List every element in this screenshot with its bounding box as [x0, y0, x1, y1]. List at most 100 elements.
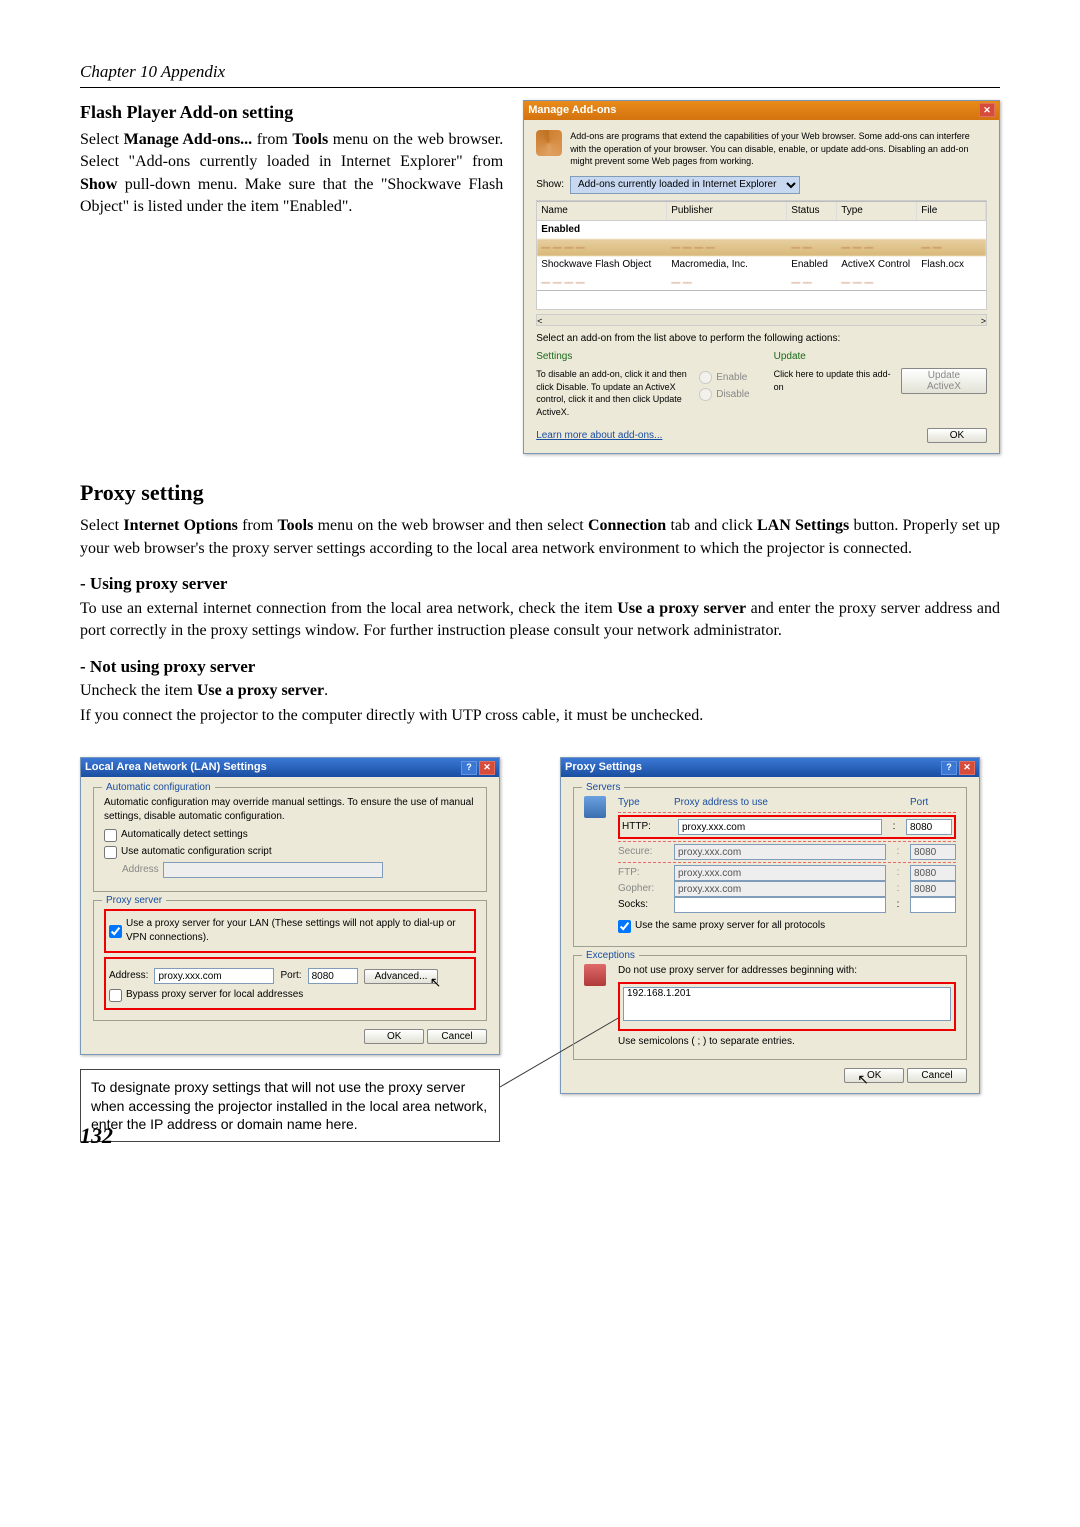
use-proxy-checkbox[interactable]	[109, 925, 122, 938]
auto-script-label: Use automatic configuration script	[121, 845, 272, 859]
close-icon[interactable]: ✕	[959, 761, 975, 775]
exceptions-text: Do not use proxy server for addresses be…	[618, 964, 956, 978]
manage-addons-dialog: Manage Add-ons ✕ Add-ons are programs th…	[523, 100, 1000, 455]
cell-name: Shockwave Flash Object	[537, 256, 667, 274]
txt: LAN Settings	[757, 517, 849, 534]
txt: tab and click	[666, 517, 757, 534]
txt: .	[324, 682, 328, 699]
col-port: Port	[910, 796, 956, 810]
txt: Use a proxy server	[617, 600, 746, 617]
flash-heading: Flash Player Add-on setting	[80, 100, 503, 125]
socks-port-input[interactable]	[910, 897, 956, 913]
use-proxy-label: Use a proxy server for your LAN (These s…	[126, 917, 471, 945]
not-using-proxy-p2: If you connect the projector to the comp…	[80, 705, 1000, 727]
exceptions-textarea[interactable]: 192.168.1.201	[623, 987, 951, 1021]
table-row[interactable]: Shockwave Flash Object Macromedia, Inc. …	[537, 256, 986, 274]
txt: Use a proxy server	[197, 682, 324, 699]
txt: Show	[80, 176, 117, 193]
help-icon[interactable]: ?	[461, 761, 477, 775]
update-text: Click here to update this add-on	[774, 368, 893, 393]
group-label: Enabled	[537, 221, 667, 239]
same-proxy-checkbox[interactable]	[618, 920, 631, 933]
col-name: Name	[537, 202, 667, 220]
exception-icon	[584, 964, 606, 986]
enable-label: Enable	[716, 371, 747, 385]
cancel-button[interactable]: Cancel	[427, 1029, 487, 1044]
cursor-icon: ↖	[857, 1070, 869, 1090]
txt: pull-down menu. Make sure that the "Shoc…	[80, 176, 503, 215]
cancel-button[interactable]: Cancel	[907, 1068, 967, 1083]
txt: To use an external internet connection f…	[80, 600, 617, 617]
gopher-port-input	[910, 881, 956, 897]
gopher-address-input	[674, 881, 886, 897]
horizontal-scrollbar[interactable]: <>	[536, 314, 987, 326]
advanced-button[interactable]: Advanced...↖	[364, 969, 439, 984]
secure-port-input	[910, 844, 956, 860]
enable-radio[interactable]	[699, 371, 712, 384]
ok-button[interactable]: OK	[364, 1029, 424, 1044]
select-instruction: Select an add-on from the list above to …	[536, 332, 987, 346]
chapter-header: Chapter 10 Appendix	[80, 60, 1000, 88]
disable-label: Disable	[716, 388, 749, 402]
bypass-label: Bypass proxy server for local addresses	[126, 988, 303, 1002]
dialog-title: Local Area Network (LAN) Settings	[85, 760, 267, 775]
ftp-address-input	[674, 865, 886, 881]
proxy-address-input[interactable]	[154, 968, 274, 984]
cell-file: Flash.ocx	[917, 256, 986, 274]
socks-address-input[interactable]	[674, 897, 886, 913]
using-proxy-paragraph: To use an external internet connection f…	[80, 598, 1000, 643]
help-icon[interactable]: ?	[941, 761, 957, 775]
auto-script-checkbox[interactable]	[104, 846, 117, 859]
close-icon[interactable]: ✕	[479, 761, 495, 775]
txt: from	[252, 131, 292, 148]
addons-list[interactable]: Name Publisher Status Type File Enabled …	[536, 200, 987, 310]
ftp-label: FTP:	[618, 866, 668, 880]
puzzle-icon	[536, 130, 562, 156]
http-port-input[interactable]	[906, 819, 952, 835]
txt: Select	[80, 131, 124, 148]
callout-note: To designate proxy settings that will no…	[80, 1069, 500, 1142]
using-proxy-heading: - Using proxy server	[80, 572, 1000, 596]
address-label: Address:	[109, 969, 148, 983]
same-proxy-label: Use the same proxy server for all protoc…	[635, 919, 825, 933]
socks-label: Socks:	[618, 898, 668, 912]
secure-address-input	[674, 844, 886, 860]
bypass-checkbox[interactable]	[109, 989, 122, 1002]
txt: Manage Add-ons...	[124, 131, 253, 148]
addons-desc: Add-ons are programs that extend the cap…	[570, 130, 987, 168]
update-activex-button[interactable]: Update ActiveX	[901, 368, 987, 394]
col-publisher: Publisher	[667, 202, 787, 220]
show-select[interactable]: Add-ons currently loaded in Internet Exp…	[570, 176, 800, 194]
col-status: Status	[787, 202, 837, 220]
txt: Connection	[588, 517, 666, 534]
server-icon	[584, 796, 606, 818]
not-using-proxy-p1: Uncheck the item Use a proxy server.	[80, 680, 1000, 702]
proxy-heading: Proxy setting	[80, 478, 1000, 509]
learn-link[interactable]: Learn more about add-ons...	[536, 429, 662, 443]
page-number: 132	[80, 1121, 113, 1152]
col-addr: Proxy address to use	[674, 796, 886, 810]
cursor-icon: ↖	[430, 974, 442, 991]
lan-settings-dialog: Local Area Network (LAN) Settings ? ✕ Au…	[80, 757, 500, 1055]
ok-button[interactable]: OK	[927, 428, 987, 443]
group-enabled: Enabled	[537, 221, 986, 239]
auto-detect-label: Automatically detect settings	[121, 828, 248, 842]
proxy-settings-dialog: Proxy Settings ? ✕ Servers Type Proxy ad…	[560, 757, 980, 1094]
txt: Uncheck the item	[80, 682, 197, 699]
close-icon[interactable]: ✕	[979, 103, 995, 117]
settings-heading: Settings	[536, 350, 749, 364]
http-address-input[interactable]	[678, 819, 882, 835]
exceptions-note: Use semicolons ( ; ) to separate entries…	[618, 1035, 956, 1049]
ok-button[interactable]: OK	[844, 1068, 904, 1083]
txt: from	[238, 517, 278, 534]
auto-detect-checkbox[interactable]	[104, 829, 117, 842]
update-heading: Update	[774, 350, 987, 364]
proxy-port-input[interactable]	[308, 968, 358, 984]
txt: Tools	[292, 131, 328, 148]
flash-paragraph: Select Manage Add-ons... from Tools menu…	[80, 129, 503, 219]
table-row-blur: — — — —— —— —— — —	[537, 274, 986, 291]
settings-text: To disable an add-on, click it and then …	[536, 368, 689, 418]
txt: Tools	[277, 517, 313, 534]
disable-radio[interactable]	[699, 388, 712, 401]
auto-config-legend: Automatic configuration	[102, 781, 215, 795]
